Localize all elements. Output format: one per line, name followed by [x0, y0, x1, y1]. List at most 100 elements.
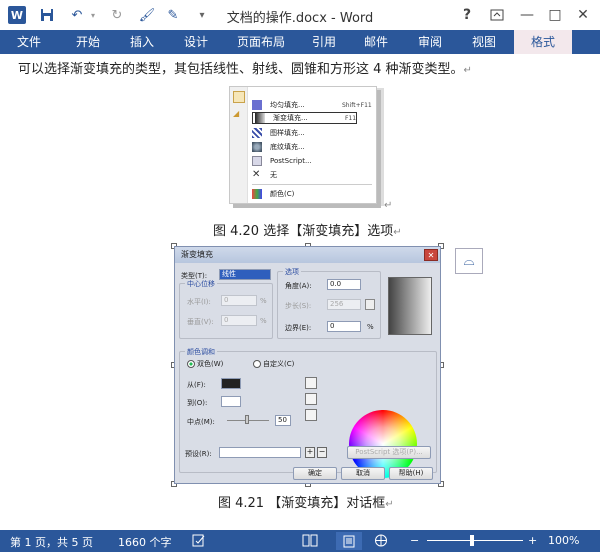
direct-blend-icon [305, 377, 317, 389]
undo-dropdown-icon[interactable]: ▾ [88, 4, 98, 26]
fill-menu-image[interactable]: ◢ 均匀填充... Shift+F11 渐变填充... F11 图样填充... … [229, 86, 377, 204]
gradient-fill-dialog-image[interactable]: 渐变填充 ✕ 类型(T): 线性 中心位移 水平(I): 0 % 垂直(V): … [174, 246, 441, 484]
ribbon-display-options-icon[interactable] [484, 3, 510, 27]
dialog-close-icon: ✕ [424, 249, 438, 261]
custom-radio-icon [253, 360, 261, 368]
redo-icon[interactable]: ↻ [106, 4, 128, 26]
center-offset-group [179, 283, 273, 339]
tab-mailings[interactable]: 邮件 [352, 30, 400, 54]
zoom-slider[interactable] [427, 540, 523, 541]
custom-label: 自定义(C) [263, 360, 295, 368]
type-select: 线性 [219, 269, 271, 280]
format-painter-icon[interactable]: 🖌 [136, 4, 158, 26]
save-icon[interactable] [36, 4, 58, 26]
to-color-swatch [221, 396, 241, 407]
vertical-percent: % [260, 317, 267, 325]
para-mark: ↵ [384, 200, 393, 211]
word-app-icon[interactable]: W [6, 4, 28, 26]
center-offset-label: 中心位移 [185, 279, 217, 289]
menu-item-texture-fill[interactable]: 底纹填充... [252, 141, 342, 153]
to-label: 到(O): [187, 399, 208, 407]
menu-item-postscript[interactable]: PostScript... [252, 155, 342, 167]
add-preset-icon: + [305, 447, 315, 458]
help-button[interactable]: ? [454, 3, 480, 27]
ribbon-tabs: 文件 开始 插入 设计 页面布局 引用 邮件 审阅 视图 格式 [0, 30, 600, 54]
flyout-arrow-icon: ◢ [233, 109, 240, 118]
menu-gutter [230, 87, 248, 203]
tab-review[interactable]: 审阅 [406, 30, 454, 54]
web-layout-icon[interactable] [374, 534, 388, 550]
menu-item-pattern-fill[interactable]: 图样填充... [252, 127, 342, 139]
dialog-title: 渐变填充 [175, 247, 440, 263]
postscript-icon [252, 156, 262, 166]
vertical-field: 0 [221, 315, 257, 326]
menu-item-none[interactable]: ✕ 无 [252, 169, 342, 181]
figure-caption-4-20: 图 4.20 选择【渐变填充】选项↵ [213, 224, 402, 239]
zoom-level[interactable]: 100% [548, 534, 579, 547]
fill-bucket-icon [233, 91, 245, 103]
lock-icon [365, 299, 375, 310]
angle-field: 0.0 [327, 279, 361, 290]
layout-options-icon[interactable]: ⌓ [455, 248, 483, 274]
edge-label: 边界(E): [285, 324, 312, 332]
from-label: 从(F): [187, 381, 206, 389]
word-count[interactable]: 1660 个字 [118, 534, 172, 550]
close-button[interactable]: ✕ [570, 3, 596, 27]
pattern-fill-icon [252, 128, 262, 138]
title-bar: W ↶ ▾ ↻ 🖌 ✎ ▾ 文档的操作.docx - Word ? — □ ✕ [0, 0, 600, 30]
page-count[interactable]: 第 1 页，共 5 页 [10, 534, 93, 550]
menu-item-color[interactable]: 颜色(C) [252, 188, 342, 200]
uniform-fill-icon [252, 100, 262, 110]
horizontal-label: 水平(I): [187, 298, 211, 306]
proofing-icon[interactable] [192, 534, 206, 550]
tab-home[interactable]: 开始 [64, 30, 112, 54]
zoom-out-icon[interactable]: − [410, 534, 419, 547]
menu-separator [252, 184, 372, 185]
undo-icon[interactable]: ↶ [66, 4, 88, 26]
preset-label: 预设(R): [185, 450, 212, 458]
color-blend-label: 颜色调和 [185, 347, 217, 357]
counterclockwise-blend-icon [305, 409, 317, 421]
angle-label: 角度(A): [285, 282, 312, 290]
tab-file[interactable]: 文件 [0, 30, 58, 54]
document-area[interactable]: 可以选择渐变填充的类型，其包括线性、射线、圆锥和方形这 4 种渐变类型。↵ ◢ … [0, 54, 600, 530]
two-color-radio-icon [187, 360, 195, 368]
postscript-options-button: PostScript 选项(P)... [347, 446, 431, 459]
menu-item-uniform-fill[interactable]: 均匀填充... Shift+F11 [252, 99, 372, 111]
tab-design[interactable]: 设计 [172, 30, 220, 54]
tab-page-layout[interactable]: 页面布局 [226, 30, 296, 54]
figure-caption-4-21: 图 4.21 【渐变填充】对话框↵ [218, 496, 394, 511]
read-mode-icon[interactable] [302, 534, 318, 550]
from-color-swatch [221, 378, 241, 389]
tab-view[interactable]: 视图 [460, 30, 508, 54]
steps-label: 步长(S): [285, 302, 312, 310]
edge-field: 0 [327, 321, 361, 332]
gradient-preview [388, 277, 432, 335]
menu-item-gradient-fill[interactable]: 渐变填充... F11 [252, 112, 358, 124]
two-color-label: 双色(W) [197, 360, 224, 368]
horizontal-field: 0 [221, 295, 257, 306]
clockwise-blend-icon [305, 393, 317, 405]
minimize-button[interactable]: — [514, 3, 540, 27]
intro-paragraph: 可以选择渐变填充的类型，其包括线性、射线、圆锥和方形这 4 种渐变类型。↵ [18, 62, 472, 77]
tab-format[interactable]: 格式 [514, 30, 572, 54]
remove-preset-icon: − [317, 447, 327, 458]
options-label: 选项 [283, 267, 301, 277]
zoom-slider-thumb[interactable] [470, 535, 474, 546]
print-layout-icon[interactable] [336, 532, 362, 550]
window-title: 文档的操作.docx - Word [226, 11, 374, 26]
zoom-in-icon[interactable]: + [528, 534, 537, 547]
edge-percent: % [367, 323, 374, 331]
tab-insert[interactable]: 插入 [118, 30, 166, 54]
preset-select [219, 447, 301, 458]
tab-references[interactable]: 引用 [302, 30, 346, 54]
midpoint-field: 50 [275, 415, 291, 426]
maximize-button[interactable]: □ [542, 3, 568, 27]
horizontal-percent: % [260, 297, 267, 305]
cancel-button: 取消 [341, 467, 385, 480]
gradient-fill-icon [255, 113, 265, 123]
texture-fill-icon [252, 142, 262, 152]
help-button-dialog: 帮助(H) [389, 467, 433, 480]
no-fill-x-icon: ✕ [252, 169, 261, 180]
steps-field: 256 [327, 299, 361, 310]
